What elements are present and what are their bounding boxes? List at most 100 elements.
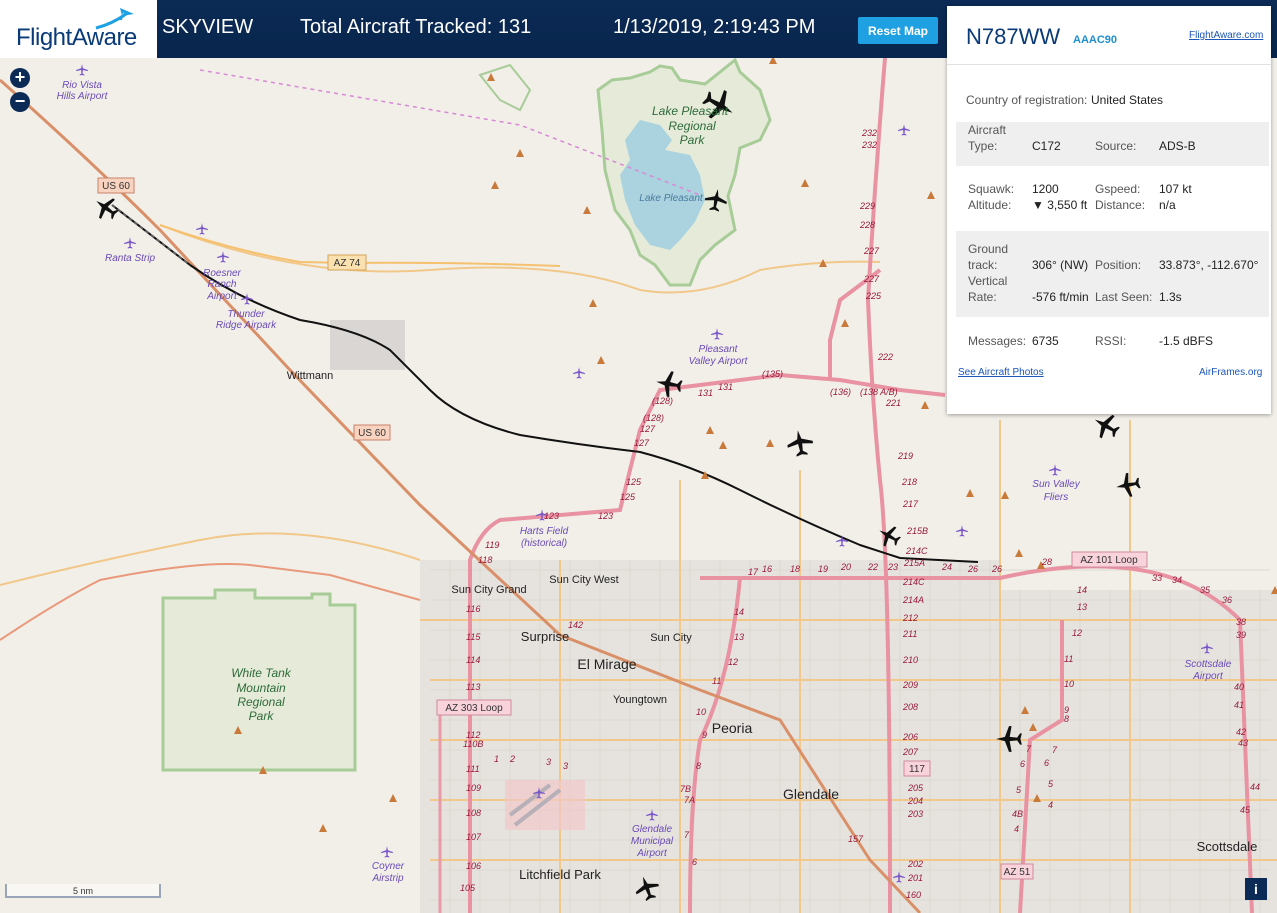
svg-text:Park: Park bbox=[680, 133, 706, 147]
aircraft-type-label: Aircraft Type: bbox=[968, 123, 1007, 153]
rssi-value: -1.5 dBFS bbox=[1159, 334, 1214, 348]
svg-text:202: 202 bbox=[907, 859, 923, 869]
divider bbox=[947, 64, 1271, 65]
svg-text:40: 40 bbox=[1234, 682, 1244, 692]
ground-track-label: Ground track: bbox=[968, 242, 1009, 272]
svg-text:208: 208 bbox=[902, 702, 918, 712]
svg-text:Glendale: Glendale bbox=[783, 786, 839, 802]
aircraft-icon bbox=[1114, 471, 1142, 499]
svg-text:38: 38 bbox=[1236, 617, 1246, 627]
source-value: ADS-B bbox=[1159, 139, 1196, 153]
svg-text:131: 131 bbox=[698, 388, 713, 398]
svg-text:7A: 7A bbox=[684, 795, 695, 805]
aircraft-hex-code[interactable]: AAAC90 bbox=[1073, 34, 1117, 46]
last-seen-label: Last Seen: bbox=[1095, 290, 1153, 304]
svg-text:Airport: Airport bbox=[1192, 671, 1224, 682]
svg-text:Roesner: Roesner bbox=[203, 268, 241, 279]
svg-text:US 60: US 60 bbox=[358, 428, 386, 439]
svg-text:206: 206 bbox=[902, 732, 918, 742]
svg-text:14: 14 bbox=[1077, 585, 1087, 595]
svg-text:114: 114 bbox=[466, 655, 480, 665]
svg-text:13: 13 bbox=[734, 632, 744, 642]
svg-text:45: 45 bbox=[1240, 805, 1251, 815]
reset-map-button[interactable]: Reset Map bbox=[858, 17, 938, 44]
svg-text:39: 39 bbox=[1236, 630, 1246, 640]
svg-text:24: 24 bbox=[941, 562, 952, 572]
datetime: 1/13/2019, 2:19:43 PM bbox=[613, 16, 816, 38]
svg-text:Scottsdale: Scottsdale bbox=[1185, 659, 1232, 670]
zoom-in-button[interactable]: + bbox=[10, 68, 30, 88]
svg-text:210: 210 bbox=[902, 655, 918, 665]
svg-text:11: 11 bbox=[1064, 654, 1073, 664]
svg-text:111: 111 bbox=[466, 764, 480, 774]
svg-text:131: 131 bbox=[718, 382, 733, 392]
svg-text:Harts Field: Harts Field bbox=[520, 526, 569, 537]
airframes-link[interactable]: AirFrames.org bbox=[1199, 367, 1262, 378]
svg-text:AZ 303 Loop: AZ 303 Loop bbox=[445, 703, 503, 714]
svg-text:Hills Airport: Hills Airport bbox=[57, 91, 109, 102]
svg-text:215A: 215A bbox=[903, 558, 925, 568]
svg-text:232: 232 bbox=[861, 140, 877, 150]
lake-label: Lake Pleasant bbox=[639, 193, 704, 204]
aircraft-photos-link[interactable]: See Aircraft Photos bbox=[958, 367, 1044, 378]
messages-label: Messages: bbox=[968, 334, 1027, 348]
distance-label: Distance: bbox=[1095, 198, 1146, 212]
svg-text:214C: 214C bbox=[902, 577, 925, 587]
app-name: SKYVIEW bbox=[162, 16, 254, 38]
svg-text:(128): (128) bbox=[652, 396, 673, 406]
svg-text:(138 A/B): (138 A/B) bbox=[860, 387, 898, 397]
svg-text:Thunder: Thunder bbox=[227, 309, 265, 320]
position-value: 33.873°, -112.670° bbox=[1159, 258, 1259, 272]
svg-text:Ranch: Ranch bbox=[208, 279, 237, 290]
svg-text:(135): (135) bbox=[762, 369, 783, 379]
svg-text:26: 26 bbox=[967, 564, 978, 574]
ground-track-value: 306° (NW) bbox=[1032, 258, 1089, 272]
altitude-value: ▼ 3,550 ft bbox=[1032, 198, 1088, 212]
svg-text:2: 2 bbox=[509, 754, 515, 764]
svg-text:22: 22 bbox=[867, 562, 878, 572]
svg-text:Fliers: Fliers bbox=[1044, 492, 1068, 503]
country-label: Country of registration: bbox=[966, 93, 1088, 107]
flightaware-logo[interactable]: FlightAware bbox=[0, 0, 157, 58]
svg-text:10: 10 bbox=[1064, 679, 1074, 689]
svg-text:Regional: Regional bbox=[668, 119, 716, 133]
zoom-out-button[interactable]: − bbox=[10, 92, 30, 112]
svg-text:6: 6 bbox=[692, 857, 697, 867]
svg-text:19: 19 bbox=[818, 564, 828, 574]
info-icon[interactable]: i bbox=[1245, 878, 1267, 900]
svg-text:117: 117 bbox=[909, 764, 925, 775]
svg-text:217: 217 bbox=[902, 499, 919, 509]
svg-text:Regional: Regional bbox=[237, 695, 285, 709]
flightaware-link[interactable]: FlightAware.com bbox=[1189, 30, 1263, 41]
svg-text:Airstrip: Airstrip bbox=[371, 873, 404, 884]
svg-text:160: 160 bbox=[906, 890, 921, 900]
svg-text:Ranta Strip: Ranta Strip bbox=[105, 253, 155, 264]
svg-text:123: 123 bbox=[544, 511, 559, 521]
svg-text:109: 109 bbox=[466, 783, 481, 793]
svg-text:Sun Valley: Sun Valley bbox=[1032, 479, 1080, 490]
svg-text:118: 118 bbox=[478, 555, 492, 565]
svg-text:125: 125 bbox=[626, 477, 642, 487]
svg-text:Glendale: Glendale bbox=[632, 824, 672, 835]
messages-value: 6735 bbox=[1032, 334, 1059, 348]
svg-text:8: 8 bbox=[1064, 714, 1069, 724]
svg-text:Ridge Airpark: Ridge Airpark bbox=[216, 320, 277, 331]
aircraft-type-value: C172 bbox=[1032, 139, 1061, 153]
squawk-label: Squawk: bbox=[968, 182, 1015, 196]
svg-text:125: 125 bbox=[620, 492, 636, 502]
svg-text:Airport: Airport bbox=[206, 291, 238, 302]
svg-text:7B: 7B bbox=[680, 784, 691, 794]
svg-text:203: 203 bbox=[907, 809, 923, 819]
svg-text:28: 28 bbox=[1041, 557, 1052, 567]
last-seen-value: 1.3s bbox=[1159, 290, 1182, 304]
svg-text:Litchfield Park: Litchfield Park bbox=[519, 867, 601, 882]
svg-text:229: 229 bbox=[859, 201, 875, 211]
sand-pit bbox=[330, 320, 405, 370]
svg-text:18: 18 bbox=[790, 564, 800, 574]
svg-text:4B: 4B bbox=[1012, 809, 1023, 819]
svg-text:Youngtown: Youngtown bbox=[613, 694, 667, 706]
svg-text:6: 6 bbox=[1020, 759, 1025, 769]
svg-text:Scottsdale: Scottsdale bbox=[1197, 839, 1258, 854]
svg-text:44: 44 bbox=[1250, 782, 1260, 792]
svg-text:(136): (136) bbox=[830, 387, 851, 397]
